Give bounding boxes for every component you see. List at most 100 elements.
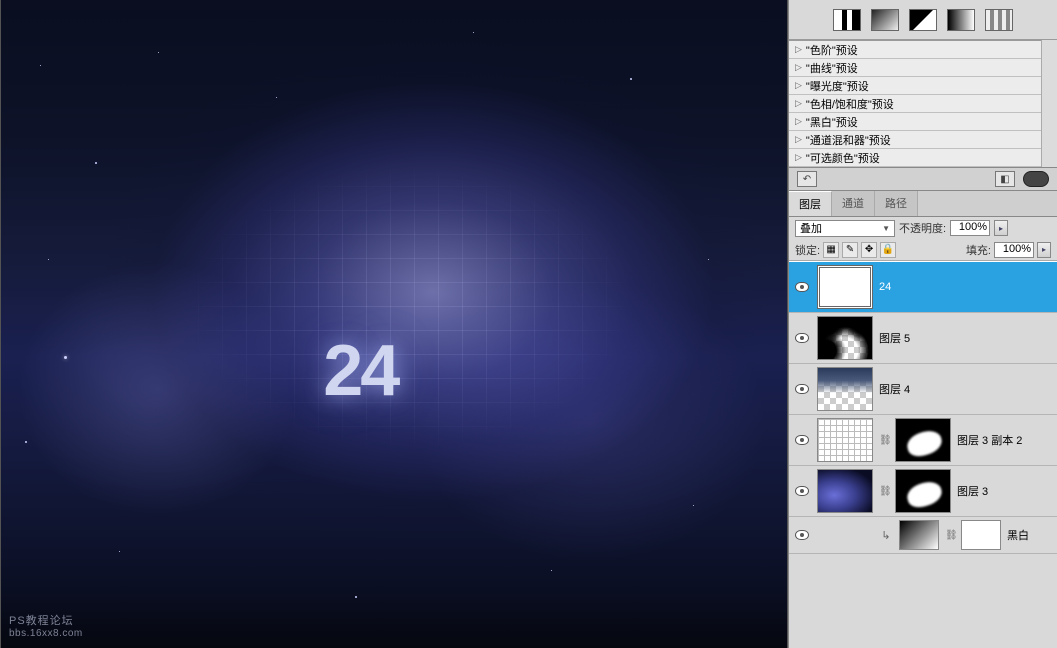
preset-levels[interactable]: ▷ "色阶"预设: [789, 41, 1041, 59]
triangle-icon: ▷: [795, 62, 802, 73]
canvas-area[interactable]: 24 PS教程论坛 bbs.16xx8.com: [0, 0, 788, 648]
preset-list-wrap: ▷ "色阶"预设 ▷ "曲线"预设 ▷ "曝光度"预设 ▷ "色相/饱和度"预设 ▷ "黑…: [789, 40, 1057, 167]
triangle-icon: ▷: [795, 44, 802, 55]
preset-curves[interactable]: ▷ "曲线"预设: [789, 59, 1041, 77]
visibility-toggle[interactable]: [793, 329, 811, 347]
lock-fill-row: 锁定: ▦ ✎ ✥ 🔒 填充: 100% ▸: [789, 239, 1057, 261]
layer-row-bw-adj[interactable]: ↳ ⛓ 黑白: [789, 517, 1057, 554]
adjustment-thumbnail[interactable]: [899, 520, 939, 550]
watermark-line2: bbs.16xx8.com: [9, 628, 83, 640]
triangle-icon: ▷: [795, 152, 802, 163]
adjustment-preset-list: ▷ "色阶"预设 ▷ "曲线"预设 ▷ "曝光度"预设 ▷ "色相/饱和度"预设 ▷ "黑…: [789, 40, 1041, 167]
layer-row-3[interactable]: ⛓ 图层 3: [789, 466, 1057, 517]
posterize-icon[interactable]: [985, 9, 1013, 31]
lock-pixels-icon[interactable]: ✎: [842, 242, 858, 258]
layers-list: T 24 图层 5 图层 4 ⛓ 图层 3 副本 2 ⛓ 图层 3: [789, 261, 1057, 648]
layer-name[interactable]: 图层 3: [957, 483, 1053, 499]
layer-name[interactable]: 黑白: [1007, 527, 1053, 543]
lock-position-icon[interactable]: ✥: [861, 242, 877, 258]
panel-tabs: 图层 通道 路径: [789, 191, 1057, 217]
eye-icon: [795, 333, 809, 343]
right-panel: ▷ "色阶"预设 ▷ "曲线"预设 ▷ "曝光度"预设 ▷ "色相/饱和度"预设 ▷ "黑…: [788, 0, 1057, 648]
layer-thumbnail[interactable]: [817, 367, 873, 411]
preset-label: "色相/饱和度"预设: [806, 96, 894, 112]
mask-link-icon[interactable]: ⛓: [879, 435, 889, 446]
preset-scrollbar[interactable]: [1041, 40, 1057, 167]
visibility-toggle[interactable]: [793, 380, 811, 398]
triangle-icon: ▷: [795, 98, 802, 109]
document-canvas[interactable]: 24 PS教程论坛 bbs.16xx8.com: [1, 0, 787, 648]
preset-hue-sat[interactable]: ▷ "色相/饱和度"预设: [789, 95, 1041, 113]
layer-row-5[interactable]: 图层 5: [789, 313, 1057, 364]
preset-label: "可选颜色"预设: [806, 150, 880, 166]
clip-icon[interactable]: ◧: [995, 171, 1015, 187]
curves-icon[interactable]: [871, 9, 899, 31]
layer-mask-thumbnail[interactable]: [895, 418, 951, 462]
blend-mode-value: 叠加: [800, 220, 822, 236]
watermark: PS教程论坛 bbs.16xx8.com: [9, 615, 83, 640]
bw-contrast-icon[interactable]: [909, 9, 937, 31]
levels-icon[interactable]: [833, 9, 861, 31]
tab-paths[interactable]: 路径: [875, 191, 918, 216]
layer-row-24[interactable]: T 24: [789, 262, 1057, 313]
preset-exposure[interactable]: ▷ "曝光度"预设: [789, 77, 1041, 95]
lock-label: 锁定:: [795, 242, 820, 258]
preset-label: "曝光度"预设: [806, 78, 869, 94]
layer-name[interactable]: 图层 4: [879, 381, 1053, 397]
fill-input[interactable]: 100%: [994, 242, 1034, 258]
layer-mask-thumbnail[interactable]: [961, 520, 1001, 550]
layer-thumbnail[interactable]: [817, 316, 873, 360]
eye-icon: [795, 486, 809, 496]
opacity-input[interactable]: 100%: [950, 220, 990, 236]
blend-mode-dropdown[interactable]: 叠加 ▼: [795, 220, 895, 237]
preset-channel-mixer[interactable]: ▷ "通道混和器"预设: [789, 131, 1041, 149]
mask-link-icon[interactable]: ⛓: [879, 486, 889, 497]
layer-name[interactable]: 图层 5: [879, 330, 1053, 346]
eye-icon: [795, 384, 809, 394]
preset-label: "黑白"预设: [806, 114, 858, 130]
layer-thumbnail[interactable]: [817, 418, 873, 462]
tab-layers[interactable]: 图层: [789, 191, 832, 216]
layer-mask-thumbnail[interactable]: [895, 469, 951, 513]
fill-slider-icon[interactable]: ▸: [1037, 242, 1051, 258]
layer-thumbnail-text[interactable]: T: [817, 265, 873, 309]
chevron-down-icon: ▼: [882, 224, 890, 233]
view-toggle-icon[interactable]: [1023, 171, 1049, 187]
preset-selective-color[interactable]: ▷ "可选颜色"预设: [789, 149, 1041, 167]
preset-label: "曲线"预设: [806, 60, 858, 76]
layer-row-3-copy2[interactable]: ⛓ 图层 3 副本 2: [789, 415, 1057, 466]
lock-transparent-icon[interactable]: ▦: [823, 242, 839, 258]
clip-indicator-icon: ↳: [879, 529, 893, 542]
panel-mid-bar: ↶ ◧: [789, 167, 1057, 191]
visibility-toggle[interactable]: [793, 431, 811, 449]
triangle-icon: ▷: [795, 134, 802, 145]
preset-label: "色阶"预设: [806, 42, 858, 58]
eye-icon: [795, 435, 809, 445]
eye-icon: [795, 282, 809, 292]
tab-channels[interactable]: 通道: [832, 191, 875, 216]
preset-bw[interactable]: ▷ "黑白"预设: [789, 113, 1041, 131]
canvas-text-24: 24: [323, 330, 397, 412]
layer-name[interactable]: 图层 3 副本 2: [957, 432, 1053, 448]
watermark-line1: PS教程论坛: [9, 615, 83, 628]
preset-label: "通道混和器"预设: [806, 132, 891, 148]
opacity-slider-icon[interactable]: ▸: [994, 220, 1008, 236]
adjustment-thumbnails: [789, 0, 1057, 40]
eye-icon: [795, 530, 809, 540]
mask-link-icon[interactable]: ⛓: [945, 530, 955, 541]
visibility-toggle[interactable]: [793, 526, 811, 544]
blend-opacity-row: 叠加 ▼ 不透明度: 100% ▸: [789, 217, 1057, 239]
layer-row-4[interactable]: 图层 4: [789, 364, 1057, 415]
opacity-label: 不透明度:: [899, 220, 946, 236]
fill-label: 填充:: [966, 242, 991, 258]
return-icon[interactable]: ↶: [797, 171, 817, 187]
lock-all-icon[interactable]: 🔒: [880, 242, 896, 258]
layer-thumbnail[interactable]: [817, 469, 873, 513]
visibility-toggle[interactable]: [793, 482, 811, 500]
gradient-icon[interactable]: [947, 9, 975, 31]
pixel-grid-overlay: [174, 162, 646, 486]
triangle-icon: ▷: [795, 80, 802, 91]
layer-name[interactable]: 24: [879, 281, 1053, 293]
visibility-toggle[interactable]: [793, 278, 811, 296]
triangle-icon: ▷: [795, 116, 802, 127]
